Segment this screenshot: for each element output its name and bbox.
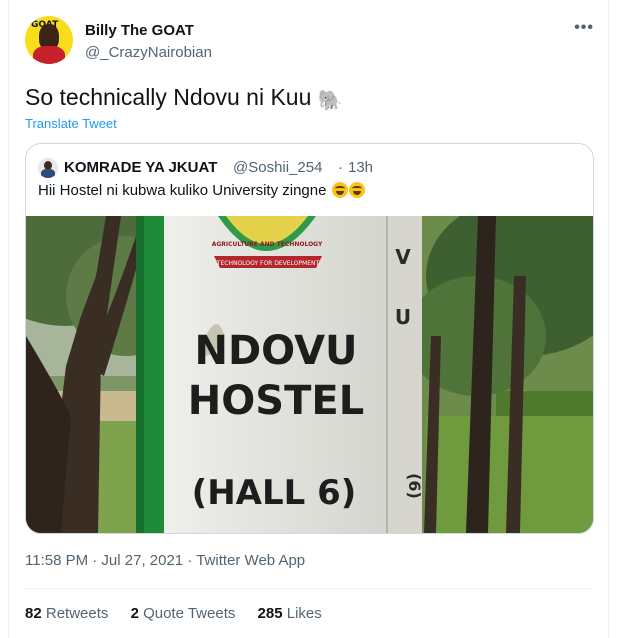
likes-label: Likes [286, 605, 322, 622]
likes-count: 285 [257, 605, 283, 622]
quoted-tweet-header: KOMRADE YA JKUAT @Soshii_254 · 13h [38, 158, 578, 178]
side-letter-2: U [395, 305, 411, 329]
quoted-author-name[interactable]: KOMRADE YA JKUAT [64, 159, 217, 176]
laughing-icon [348, 182, 365, 198]
sign-line-1: NDOVU [194, 328, 357, 374]
quoted-avatar-body [41, 169, 55, 178]
retweets-count: 82 [25, 605, 42, 622]
quoted-tweet-image[interactable]: AGRICULTURE AND TECHNOLOGY TECHNOLOGY FO… [26, 216, 593, 533]
avatar[interactable]: GOAT [25, 16, 73, 64]
retweets-stat[interactable]: 82 Retweets [25, 605, 108, 622]
tweet-stats: 82 Retweets 2 Quote Tweets 285 Likes [25, 605, 340, 622]
quoted-avatar[interactable] [38, 158, 58, 178]
author-handle[interactable]: @_CrazyNairobian [85, 44, 212, 61]
tweet-text: So technically Ndovu ni Kuu [25, 84, 312, 110]
quoted-separator: · [338, 159, 343, 176]
side-letter-1: V [395, 245, 411, 269]
logo-banner-text: TECHNOLOGY FOR DEVELOPMENT [216, 260, 320, 267]
logo-top-text: AGRICULTURE AND TECHNOLOGY [212, 241, 323, 248]
quote-tweets-stat[interactable]: 2 Quote Tweets [131, 605, 236, 622]
quoted-tweet[interactable]: KOMRADE YA JKUAT @Soshii_254 · 13h Hii H… [25, 143, 594, 534]
tweet-header: GOAT Billy The GOAT @_CrazyNairobian ••• [25, 12, 594, 64]
quoted-time[interactable]: 13h [348, 159, 373, 176]
retweets-label: Retweets [45, 605, 109, 622]
divider [25, 588, 594, 589]
quoted-text: Hii Hostel ni kubwa kuliko University zi… [38, 182, 327, 199]
laughing-icon [331, 182, 348, 198]
hostel-sign-photo: AGRICULTURE AND TECHNOLOGY TECHNOLOGY FO… [26, 216, 593, 533]
sign-line-2: HOSTEL [188, 378, 364, 424]
sign-line-3: (HALL 6) [192, 473, 357, 513]
quote-tweets-count: 2 [130, 605, 139, 622]
tweet-timestamp[interactable]: 11:58 PM · Jul 27, 2021 · Twitter Web Ap… [25, 552, 305, 569]
likes-stat[interactable]: 285 Likes [258, 605, 322, 622]
tweet: GOAT Billy The GOAT @_CrazyNairobian •••… [8, 0, 609, 638]
translate-tweet-link[interactable]: Translate Tweet [25, 116, 117, 131]
tweet-text-container: So technically Ndovu ni Kuu 🐘 [25, 84, 343, 113]
avatar-shirt [33, 46, 65, 64]
quoted-text-container: Hii Hostel ni kubwa kuliko University zi… [38, 182, 365, 199]
quoted-author-handle[interactable]: @Soshii_254 [233, 159, 322, 176]
elephant-icon: 🐘 [317, 90, 343, 112]
more-icon[interactable]: ••• [574, 20, 594, 36]
author-name[interactable]: Billy The GOAT [85, 22, 194, 39]
quote-tweets-label: Quote Tweets [143, 605, 236, 622]
side-text: (6) [405, 473, 424, 499]
